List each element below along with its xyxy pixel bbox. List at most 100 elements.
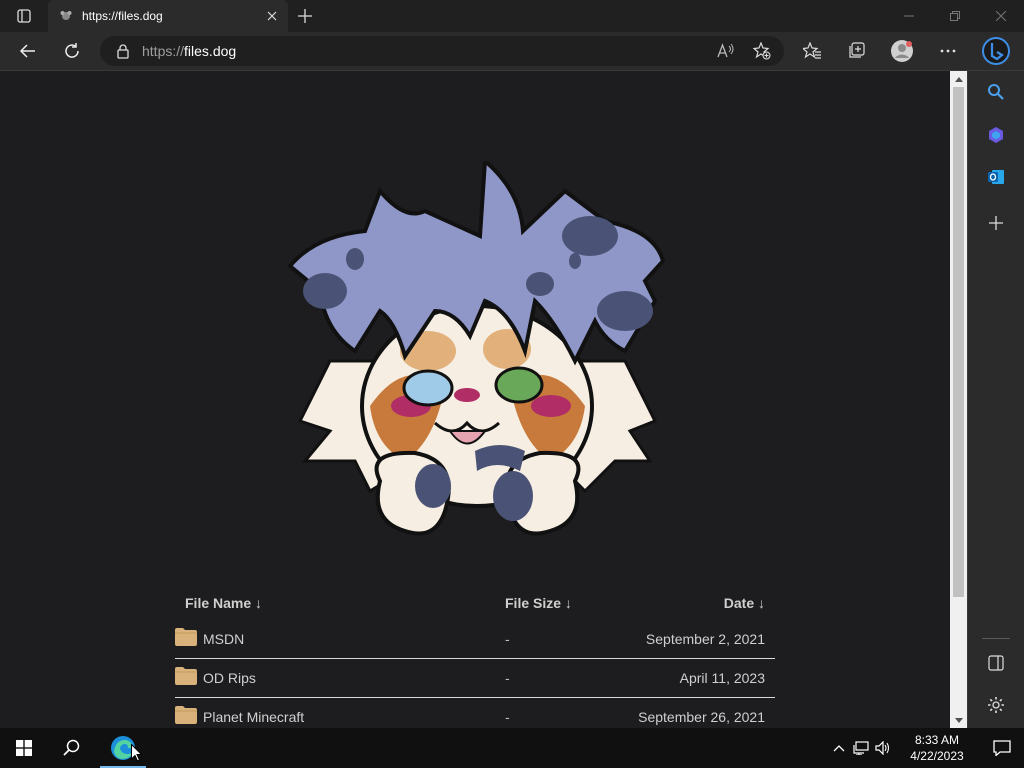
collections-icon [849,42,865,58]
table-row[interactable]: MSDN - September 2, 2021 [175,620,775,659]
sort-by-date-header[interactable]: Date ↓ [724,595,765,611]
profile-icon [891,40,913,62]
more-button[interactable] [932,35,964,67]
star-add-icon [753,42,771,60]
network-icon [853,741,869,755]
restore-icon [950,11,960,21]
search-icon [63,739,80,756]
gear-icon [988,697,1004,713]
sidebar-add-button[interactable] [982,209,1010,237]
file-size: - [505,631,510,647]
more-icon [940,49,956,53]
address-bar-actions [712,36,776,66]
file-table: File Name ↓ File Size ↓ Date ↓ MSDN - Se… [175,584,775,728]
refresh-button[interactable] [56,35,88,67]
file-name-link[interactable]: OD Rips [203,670,256,686]
page-scrollbar[interactable] [950,71,967,728]
sidebar-panel-icon [988,655,1004,671]
volume-icon [875,741,890,755]
read-aloud-button[interactable] [712,37,740,65]
browser-window: https://files.dog https://files.dog File… [0,0,1024,768]
windows-logo-icon [16,740,32,756]
dog-mascot-logo [287,161,666,536]
scroll-down-button[interactable] [950,712,967,728]
sidebar-settings-button[interactable] [982,691,1010,719]
file-date: April 11, 2023 [679,670,765,686]
back-button[interactable] [12,35,44,67]
url-host: files.dog [184,43,237,59]
plus-icon [298,9,312,23]
file-date: September 2, 2021 [645,631,765,647]
close-window-button[interactable] [978,0,1024,32]
table-row[interactable]: OD Rips - April 11, 2023 [175,659,775,698]
address-bar[interactable]: https://files.dog [100,36,784,66]
folder-icon [175,667,197,685]
file-size: - [505,709,510,725]
scroll-up-button[interactable] [950,71,967,87]
tab-files-dog[interactable]: https://files.dog [48,0,288,32]
url-text: https://files.dog [142,43,236,59]
chevron-up-icon [833,745,845,752]
tab-strip: https://files.dog [0,0,1024,32]
file-name-link[interactable]: MSDN [203,631,244,647]
new-tab-button[interactable] [290,0,320,32]
add-favorite-button[interactable] [748,37,776,65]
clock-date: 4/22/2023 [910,749,964,763]
taskbar: 8:33 AM 4/22/2023 [0,728,1024,768]
file-name-link[interactable]: Planet Minecraft [203,709,304,725]
edge-sidebar [967,71,1024,728]
taskbar-search-button[interactable] [48,728,96,768]
profile-button[interactable] [886,35,918,67]
sidebar-search-button[interactable] [982,78,1010,106]
tab-actions-button[interactable] [0,0,48,32]
file-date: September 26, 2021 [638,709,765,725]
minimize-button[interactable] [886,0,932,32]
restore-button[interactable] [932,0,978,32]
sidebar-copilot-button[interactable] [982,121,1010,149]
scroll-thumb[interactable] [953,87,964,597]
sort-by-size-header[interactable]: File Size ↓ [505,595,572,611]
bing-icon [982,37,1010,65]
sidebar-outlook-button[interactable] [982,163,1010,191]
start-button[interactable] [0,728,48,768]
bing-button[interactable] [980,35,1012,67]
file-size: - [505,670,510,686]
volume-button[interactable] [872,728,894,768]
lock-icon [117,44,129,59]
collections-button[interactable] [840,35,872,67]
folder-icon [175,706,197,724]
back-arrow-icon [19,44,35,58]
window-controls [886,0,1024,32]
sidebar-divider [982,638,1010,639]
close-icon [996,11,1006,21]
page-content: File Name ↓ File Size ↓ Date ↓ MSDN - Se… [0,71,950,728]
system-tray: 8:33 AM 4/22/2023 [828,728,1024,768]
show-hidden-icons-button[interactable] [828,728,850,768]
close-icon [267,11,277,21]
url-protocol: https:// [142,43,185,59]
tab-actions-icon [17,9,31,23]
refresh-icon [65,43,79,58]
caret-up-icon [954,76,963,82]
network-button[interactable] [850,728,872,768]
table-row[interactable]: Planet Minecraft - September 26, 2021 [175,698,775,728]
mouse-cursor-icon [131,744,142,762]
close-tab-button[interactable] [256,0,288,32]
plus-icon [989,216,1003,230]
copilot-icon [989,127,1003,143]
minimize-icon [904,15,914,17]
browser-toolbar: https://files.dog [0,32,1024,71]
clock-time: 8:33 AM [914,733,960,747]
dog-favicon-icon [60,11,72,20]
notifications-button[interactable] [980,728,1024,768]
favorites-button[interactable] [796,35,828,67]
table-header: File Name ↓ File Size ↓ Date ↓ [175,584,775,620]
tab-title: https://files.dog [82,9,163,23]
sort-by-name-header[interactable]: File Name ↓ [185,595,262,611]
outlook-icon [988,170,1004,184]
search-icon [988,84,1004,100]
taskbar-clock[interactable]: 8:33 AM 4/22/2023 [894,732,980,764]
hide-sidebar-button[interactable] [982,649,1010,677]
folder-icon [175,628,197,646]
favorites-icon [803,42,821,59]
